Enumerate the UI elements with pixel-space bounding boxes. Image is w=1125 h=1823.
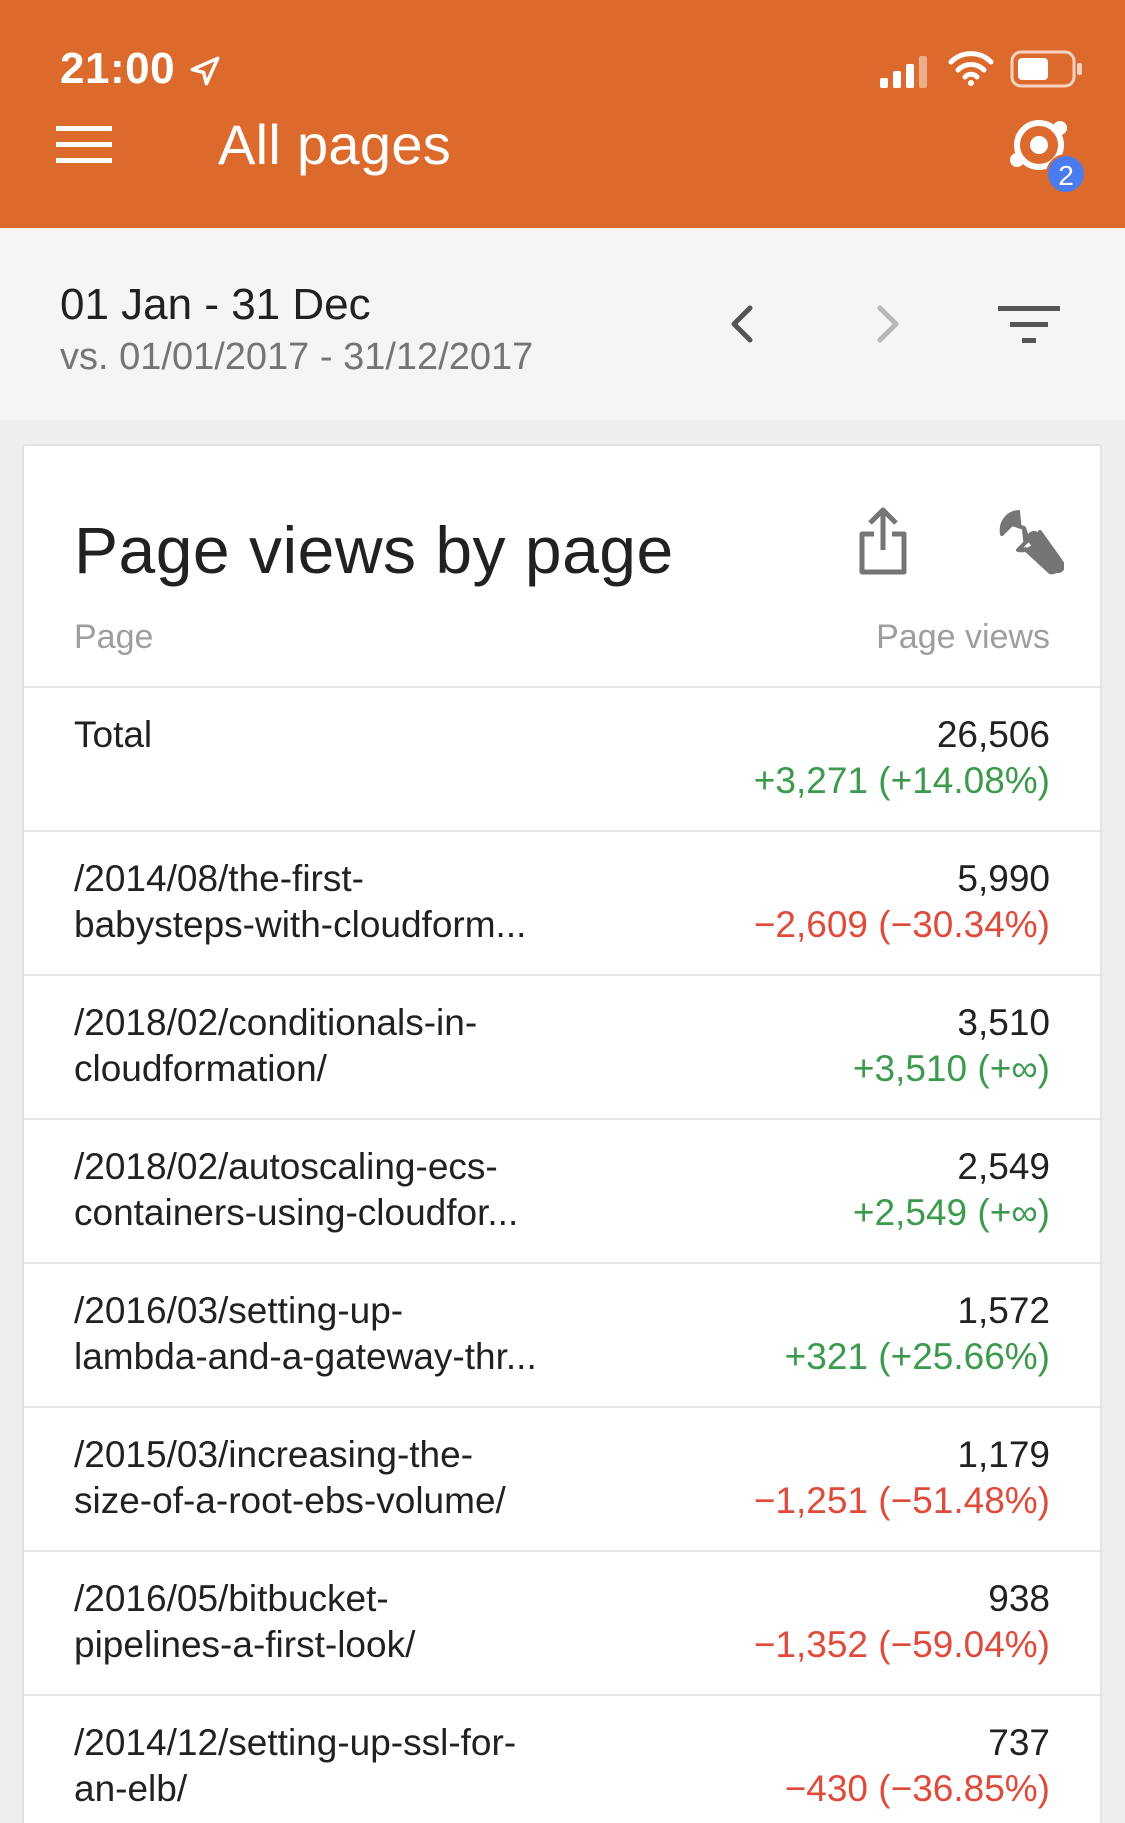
chevron-right-icon[interactable] bbox=[868, 300, 908, 348]
wifi-icon bbox=[948, 51, 994, 86]
row-page-line-1: Total bbox=[74, 714, 153, 755]
status-time: 21:00 bbox=[60, 44, 176, 93]
column-header-page: Page bbox=[74, 618, 154, 656]
row-page-line-1: /2014/08/the-first- bbox=[74, 858, 364, 899]
location-arrow-icon bbox=[190, 56, 220, 86]
wrench-icon[interactable] bbox=[994, 508, 1064, 578]
row-value: 1,572 bbox=[957, 1290, 1050, 1331]
row-value: 938 bbox=[988, 1578, 1050, 1619]
table-row[interactable]: /2016/05/bitbucket- pipelines-a-first-lo… bbox=[24, 1550, 1100, 1694]
status-bar: 21:00 bbox=[0, 0, 1125, 110]
table-row[interactable]: /2018/02/autoscaling-ecs- containers-usi… bbox=[24, 1118, 1100, 1262]
row-value: 5,990 bbox=[957, 858, 1050, 899]
row-page-line-1: /2018/02/autoscaling-ecs- bbox=[74, 1146, 498, 1187]
row-change: +3,271 (+14.08%) bbox=[753, 760, 1050, 801]
share-icon[interactable] bbox=[856, 506, 910, 576]
row-page-line-2: lambda-and-a-gateway-thr... bbox=[74, 1336, 537, 1377]
date-range-bar: 01 Jan - 31 Dec vs. 01/01/2017 - 31/12/2… bbox=[0, 228, 1125, 420]
row-value: 737 bbox=[988, 1722, 1050, 1763]
row-page-line-2: containers-using-cloudfor... bbox=[74, 1192, 519, 1233]
table-body: Total 26,506 +3,271 (+14.08%) /2014/08/t… bbox=[24, 686, 1100, 1823]
row-change: −430 (−36.85%) bbox=[784, 1768, 1050, 1809]
filter-icon[interactable] bbox=[998, 302, 1060, 346]
row-page-line-2: cloudformation/ bbox=[74, 1048, 327, 1089]
row-change: −1,352 (−59.04%) bbox=[753, 1624, 1050, 1665]
row-page-line-2: babysteps-with-cloudform... bbox=[74, 904, 527, 945]
row-page-line-1: /2014/12/setting-up-ssl-for- bbox=[74, 1722, 517, 1763]
row-page-line-2: an-elb/ bbox=[74, 1768, 188, 1809]
row-page: /2016/03/setting-up- lambda-and-a-gatewa… bbox=[74, 1288, 614, 1380]
row-page-line-1: /2018/02/conditionals-in- bbox=[74, 1002, 478, 1043]
row-value: 2,549 bbox=[957, 1146, 1050, 1187]
table-row[interactable]: /2014/12/setting-up-ssl-for- an-elb/ 737… bbox=[24, 1694, 1100, 1823]
report-card: Page views by page Page Page views Total… bbox=[22, 444, 1102, 1823]
row-page-line-1: /2016/05/bitbucket- bbox=[74, 1578, 389, 1619]
date-range-compare[interactable]: vs. 01/01/2017 - 31/12/2017 bbox=[60, 336, 533, 379]
row-page: /2014/08/the-first- babysteps-with-cloud… bbox=[74, 856, 614, 948]
row-page: /2015/03/increasing-the- size-of-a-root-… bbox=[74, 1432, 614, 1524]
signal-icon bbox=[880, 56, 927, 88]
row-page-line-2: size-of-a-root-ebs-volume/ bbox=[74, 1480, 506, 1521]
table-row[interactable]: /2015/03/increasing-the- size-of-a-root-… bbox=[24, 1406, 1100, 1550]
row-value: 26,506 bbox=[936, 714, 1050, 755]
row-page: Total bbox=[74, 712, 614, 758]
row-value: 1,179 bbox=[957, 1434, 1050, 1475]
card-title: Page views by page bbox=[74, 513, 674, 587]
row-change: +321 (+25.66%) bbox=[784, 1336, 1050, 1377]
row-page: /2018/02/conditionals-in- cloudformation… bbox=[74, 1000, 614, 1092]
row-page: /2018/02/autoscaling-ecs- containers-usi… bbox=[74, 1144, 614, 1236]
row-page-line-1: /2015/03/increasing-the- bbox=[74, 1434, 474, 1475]
date-range-primary[interactable]: 01 Jan - 31 Dec bbox=[60, 280, 371, 330]
row-page: /2014/12/setting-up-ssl-for- an-elb/ bbox=[74, 1720, 614, 1812]
row-value: 3,510 bbox=[957, 1002, 1050, 1043]
column-header-page-views[interactable]: Page views bbox=[876, 618, 1050, 657]
realtime-badge: 2 bbox=[1046, 154, 1086, 194]
row-page: /2016/05/bitbucket- pipelines-a-first-lo… bbox=[74, 1576, 614, 1668]
menu-icon[interactable] bbox=[56, 124, 112, 166]
row-page-line-2: pipelines-a-first-look/ bbox=[74, 1624, 416, 1665]
row-change: +2,549 (+∞) bbox=[852, 1192, 1050, 1233]
app-bar: 21:00 All pages 2 bbox=[0, 0, 1125, 228]
table-row[interactable]: /2014/08/the-first- babysteps-with-cloud… bbox=[24, 830, 1100, 974]
row-change: −1,251 (−51.48%) bbox=[753, 1480, 1050, 1521]
table-row-total[interactable]: Total 26,506 +3,271 (+14.08%) bbox=[24, 686, 1100, 830]
row-change: +3,510 (+∞) bbox=[852, 1048, 1050, 1089]
table-row[interactable]: /2016/03/setting-up- lambda-and-a-gatewa… bbox=[24, 1262, 1100, 1406]
row-page-line-1: /2016/03/setting-up- bbox=[74, 1290, 404, 1331]
realtime-button[interactable]: 2 bbox=[1004, 110, 1108, 210]
row-change: −2,609 (−30.34%) bbox=[753, 904, 1050, 945]
page-title: All pages bbox=[218, 113, 452, 176]
battery-icon bbox=[1010, 50, 1082, 88]
table-row[interactable]: /2018/02/conditionals-in- cloudformation… bbox=[24, 974, 1100, 1118]
chevron-left-icon[interactable] bbox=[722, 300, 762, 348]
